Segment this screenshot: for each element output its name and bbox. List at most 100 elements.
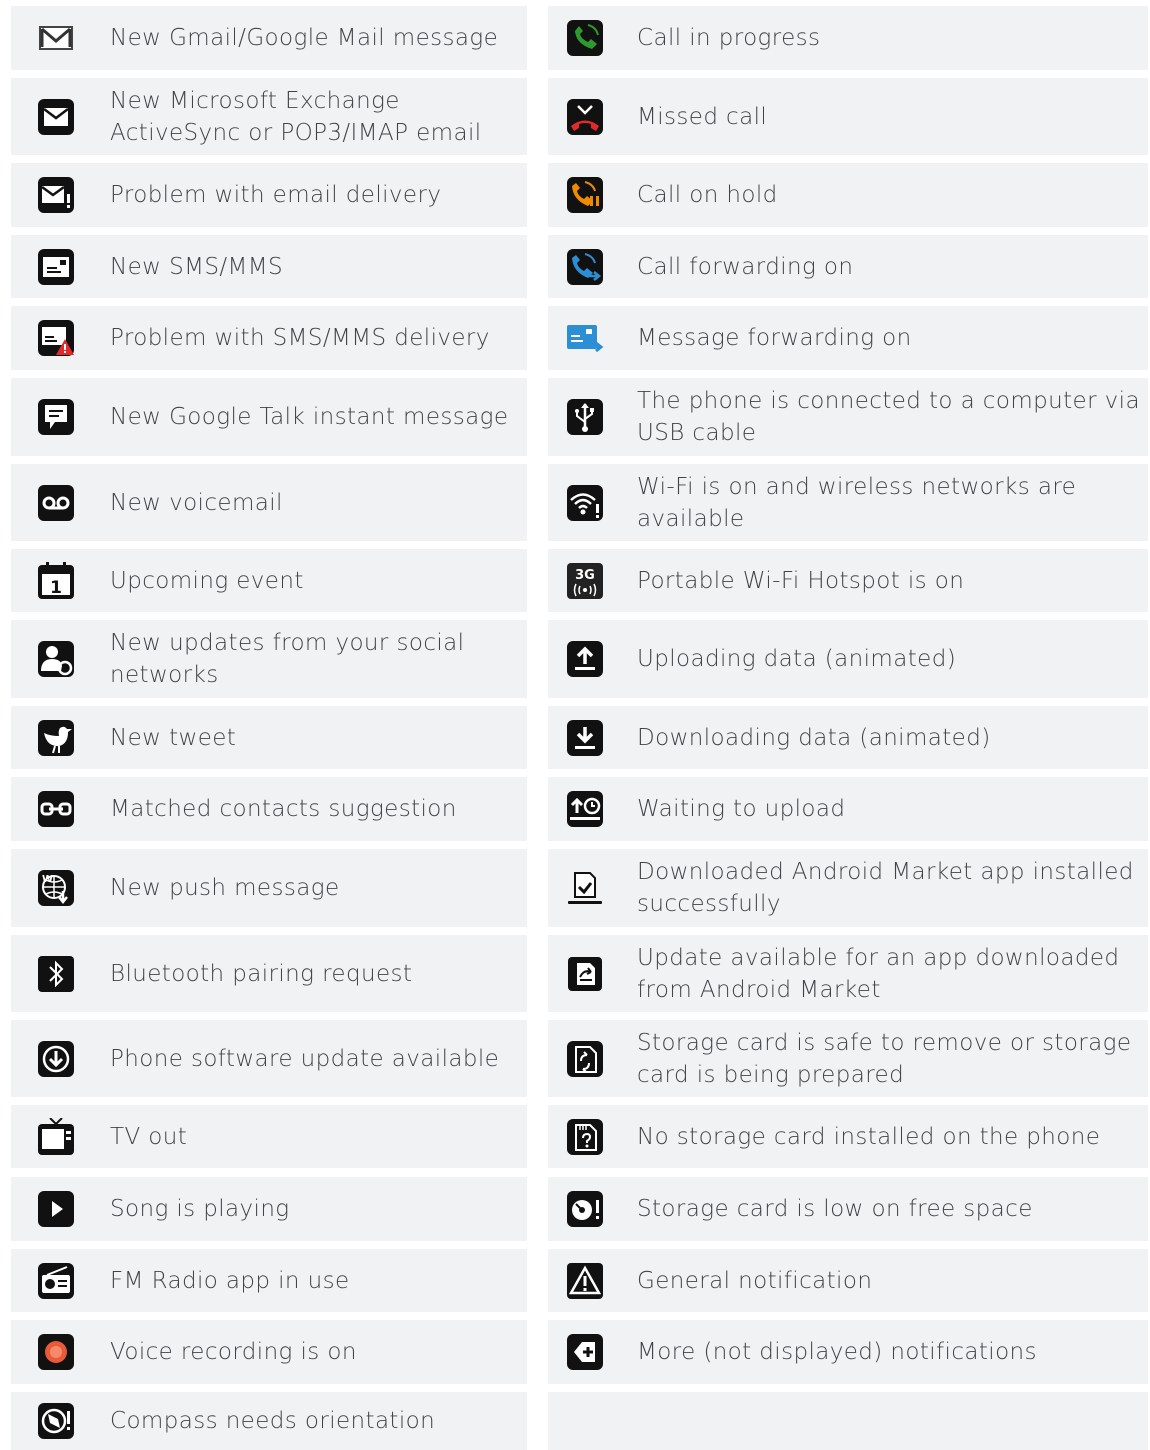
icon-cell: [548, 719, 622, 757]
right-row: Message forwarding on: [548, 306, 1148, 370]
icon-cell: [11, 98, 101, 136]
notification-description: New Google Talk instant message: [110, 404, 509, 430]
app-update-icon: [566, 955, 604, 993]
left-row: New tweet: [11, 706, 527, 769]
general-notification-icon: [566, 1262, 604, 1300]
waiting-upload-icon: [566, 790, 604, 828]
svg-text:3G: 3G: [575, 568, 595, 583]
notification-description: New SMS/MMS: [110, 253, 283, 280]
left-row: TV out: [11, 1105, 527, 1168]
message-forwarding-icon: [566, 319, 604, 357]
hotspot-3g-icon: 3G: [566, 562, 604, 600]
right-row: Downloading data (animated): [548, 706, 1148, 769]
left-row: FM Radio app in use: [11, 1249, 527, 1312]
email-icon: [37, 98, 75, 136]
notification-description: Call forwarding on: [637, 253, 854, 280]
notification-description: Missed call: [637, 103, 768, 130]
storage-low-icon: [566, 1190, 604, 1228]
download-icon: [566, 719, 604, 757]
right-row: Call on hold: [548, 163, 1148, 227]
push-message-icon: W: [37, 869, 75, 907]
app-installed-icon: [566, 869, 604, 907]
storage-safe-icon: [566, 1040, 604, 1078]
left-row: Problem with email delivery: [11, 163, 527, 227]
left-row: 1 Upcoming event: [11, 549, 527, 612]
matched-contacts-icon: [37, 790, 75, 828]
left-row: New Gmail/Google Mail message: [11, 6, 527, 70]
icon-cell: [11, 484, 101, 522]
icon-cell: [11, 1040, 101, 1078]
icon-cell: 1: [11, 561, 101, 600]
icon-cell: [548, 398, 622, 436]
sms-problem-icon: [37, 319, 75, 357]
icon-cell: W: [11, 869, 101, 907]
software-update-icon: [37, 1040, 75, 1078]
icon-cell: [548, 484, 622, 522]
notification-description: Upcoming event: [110, 567, 304, 594]
icon-cell: [548, 955, 622, 993]
icon-cell: [11, 398, 101, 436]
notification-description: More (not displayed) notifications: [637, 1339, 1037, 1365]
notification-description: Song is playing: [110, 1196, 290, 1222]
icon-cell: [11, 1262, 101, 1300]
notification-description: Update available for an app downloaded f…: [637, 944, 1120, 1003]
notification-description: General notification: [637, 1267, 873, 1294]
notification-description: FM Radio app in use: [110, 1267, 350, 1294]
icon-cell: [548, 1190, 622, 1228]
icon-cell: [11, 1333, 101, 1371]
notification-description: Matched contacts suggestion: [110, 796, 457, 822]
left-row: Bluetooth pairing request: [11, 935, 527, 1012]
left-row: Matched contacts suggestion: [11, 777, 527, 841]
calendar-event-icon: 1: [37, 561, 75, 600]
icon-cell: [11, 1402, 101, 1440]
right-row: Update available for an app downloaded f…: [548, 935, 1148, 1012]
notification-description: New Gmail/Google Mail message: [110, 25, 499, 51]
left-row: New Microsoft Exchange ActiveSync or POP…: [11, 78, 527, 155]
icon-cell: [548, 176, 622, 214]
notification-description: Storage card is low on free space: [637, 1196, 1033, 1222]
notification-description: TV out: [110, 1123, 188, 1150]
sms-icon: [37, 248, 75, 286]
icon-cell: [11, 319, 101, 357]
notification-description: Storage card is safe to remove or storag…: [637, 1029, 1132, 1088]
icon-cell: [548, 869, 622, 907]
right-row: No storage card installed on the phone: [548, 1105, 1148, 1168]
notification-description: New voicemail: [110, 489, 283, 516]
icon-cell: [11, 719, 101, 757]
left-row: W New push message: [11, 849, 527, 927]
right-row: More (not displayed) notifications: [548, 1320, 1148, 1384]
upload-icon: [566, 640, 604, 678]
call-on-hold-icon: [566, 176, 604, 214]
notification-description: Problem with SMS/MMS delivery: [110, 325, 490, 351]
notification-description: Problem with email delivery: [110, 182, 442, 208]
more-notifications-icon: [566, 1333, 604, 1371]
icon-cell: [548, 319, 622, 357]
fm-radio-icon: [37, 1262, 75, 1300]
icon-cell: [548, 19, 622, 57]
icon-cell: [11, 955, 101, 993]
missed-call-icon: [566, 98, 604, 136]
right-row: Storage card is low on free space: [548, 1177, 1148, 1241]
icon-cell: [548, 1262, 622, 1300]
empty-cell: [548, 1392, 1148, 1450]
right-row: Call in progress: [548, 6, 1148, 70]
tv-out-icon: [37, 1116, 75, 1156]
play-icon: [37, 1190, 75, 1228]
bluetooth-icon: [37, 955, 75, 993]
left-row: Voice recording is on: [11, 1320, 527, 1384]
left-row: Compass needs orientation: [11, 1392, 527, 1450]
left-row: New Google Talk instant message: [11, 378, 527, 456]
notification-description: The phone is connected to a computer via…: [637, 388, 1140, 446]
notification-description: Downloading data (animated): [637, 724, 991, 751]
svg-text:W: W: [42, 874, 53, 885]
right-row: Downloaded Android Market app installed …: [548, 849, 1148, 927]
right-row: Wi-Fi is on and wireless networks are av…: [548, 464, 1148, 541]
left-row: Song is playing: [11, 1177, 527, 1241]
notification-description: Message forwarding on: [637, 325, 912, 351]
icon-cell: [548, 1118, 622, 1156]
right-row: Call forwarding on: [548, 235, 1148, 298]
icon-cell: [11, 1190, 101, 1228]
icon-cell: [11, 790, 101, 828]
icon-cell: 3G: [548, 562, 622, 600]
notification-description: No storage card installed on the phone: [637, 1123, 1101, 1150]
